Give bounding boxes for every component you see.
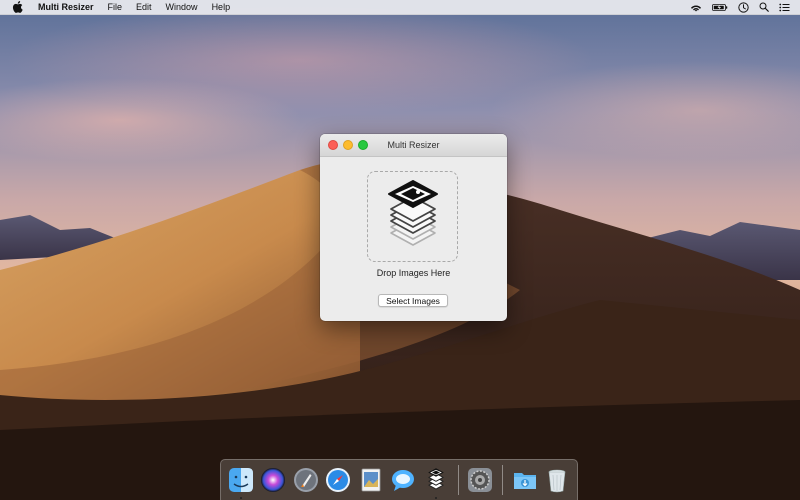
siri-icon[interactable]: [260, 466, 288, 494]
spotlight-search-icon[interactable]: [759, 2, 769, 12]
wifi-icon[interactable]: [690, 3, 702, 12]
apple-menu-icon[interactable]: [12, 1, 24, 13]
dock-separator: [457, 465, 459, 495]
trash-icon[interactable]: [543, 466, 571, 494]
safari-icon[interactable]: [325, 466, 353, 494]
clock-icon[interactable]: [738, 1, 749, 13]
menu-file[interactable]: File: [101, 0, 130, 14]
dock-separator-2: [501, 465, 503, 495]
battery-icon[interactable]: [712, 3, 728, 12]
minimize-button[interactable]: [343, 140, 353, 150]
messages-icon[interactable]: [390, 466, 418, 494]
zoom-button[interactable]: [358, 140, 368, 150]
menu-bar: Multi Resizer File Edit Window Help: [0, 0, 800, 15]
multi-resizer-icon[interactable]: [422, 466, 450, 499]
menu-help[interactable]: Help: [205, 0, 238, 14]
system-preferences-icon[interactable]: [466, 466, 494, 494]
menu-edit[interactable]: Edit: [129, 0, 159, 14]
menu-window[interactable]: Window: [159, 0, 205, 14]
dock: [220, 459, 578, 500]
multi-resizer-window: Multi Resizer Drop Images Here Select Im…: [320, 134, 507, 321]
finder-icon[interactable]: [227, 466, 255, 499]
downloads-folder-icon[interactable]: [511, 466, 539, 494]
notification-center-icon[interactable]: [779, 3, 790, 12]
drop-images-label: Drop Images Here: [376, 268, 451, 278]
window-titlebar[interactable]: Multi Resizer: [320, 134, 507, 157]
image-drop-zone[interactable]: [367, 171, 458, 262]
window-controls: [328, 140, 368, 150]
preview-icon[interactable]: [357, 466, 385, 494]
status-area: [690, 1, 800, 13]
launchpad-icon[interactable]: [292, 466, 320, 494]
close-button[interactable]: [328, 140, 338, 150]
stacked-images-icon: [387, 179, 438, 246]
select-images-button[interactable]: Select Images: [378, 294, 448, 307]
menu-app-name[interactable]: Multi Resizer: [32, 0, 101, 14]
